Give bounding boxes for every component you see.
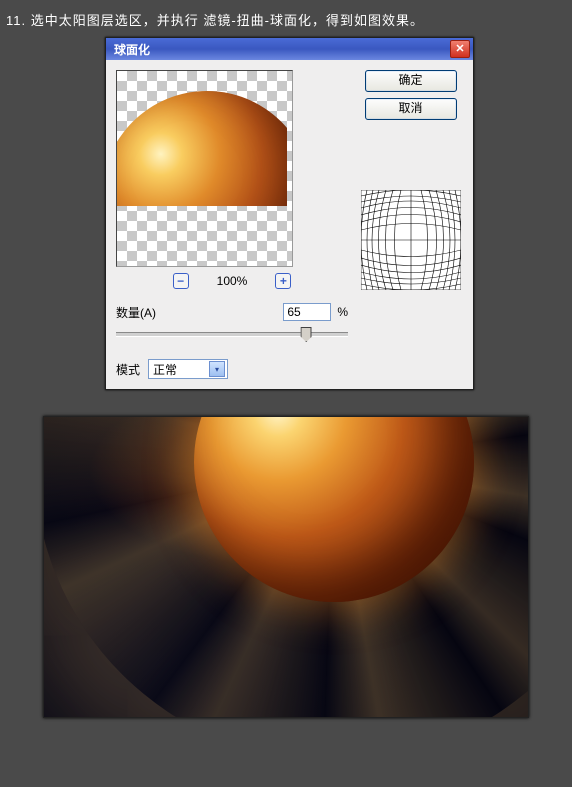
spherize-dialog: 球面化 ✕ − 100% + 数量(A) % [105,37,474,390]
zoom-in-button[interactable]: + [275,273,291,289]
filter-preview[interactable] [116,70,293,267]
step-text: 选中太阳图层选区，并执行 滤镜-扭曲-球面化，得到如图效果。 [31,13,424,28]
result-image [43,416,529,718]
mode-select[interactable]: 正常 ▾ [148,359,228,379]
slider-track [116,332,348,337]
amount-slider[interactable] [116,325,348,343]
amount-input[interactable] [283,303,331,321]
dialog-title: 球面化 [114,41,150,58]
amount-row: 数量(A) % [116,303,348,321]
title-bar[interactable]: 球面化 ✕ [106,38,473,60]
dialog-left-column: − 100% + 数量(A) % 模式 正常 ▾ [116,70,348,379]
wireframe-icon [361,190,461,290]
chevron-down-icon: ▾ [209,361,225,377]
zoom-out-button[interactable]: − [173,273,189,289]
step-instruction: 11. 选中太阳图层选区，并执行 滤镜-扭曲-球面化，得到如图效果。 [0,0,572,37]
mode-row: 模式 正常 ▾ [116,359,348,379]
cancel-button[interactable]: 取消 [365,98,457,120]
step-number: 11. [6,13,26,28]
close-icon: ✕ [455,44,464,55]
spherize-wireframe-preview [361,190,461,290]
zoom-value: 100% [217,274,248,288]
close-button[interactable]: ✕ [450,40,470,58]
dialog-body: − 100% + 数量(A) % 模式 正常 ▾ [106,60,473,389]
amount-label: 数量(A) [116,304,156,321]
mode-label: 模式 [116,361,140,378]
plus-icon: + [280,275,287,287]
minus-icon: − [177,275,184,287]
zoom-controls: − 100% + [116,273,348,289]
ok-button[interactable]: 确定 [365,70,457,92]
mode-value: 正常 [153,361,177,378]
slider-thumb[interactable] [301,327,312,342]
amount-unit: % [337,305,348,319]
dialog-right-column: 确定 取消 [358,70,463,379]
